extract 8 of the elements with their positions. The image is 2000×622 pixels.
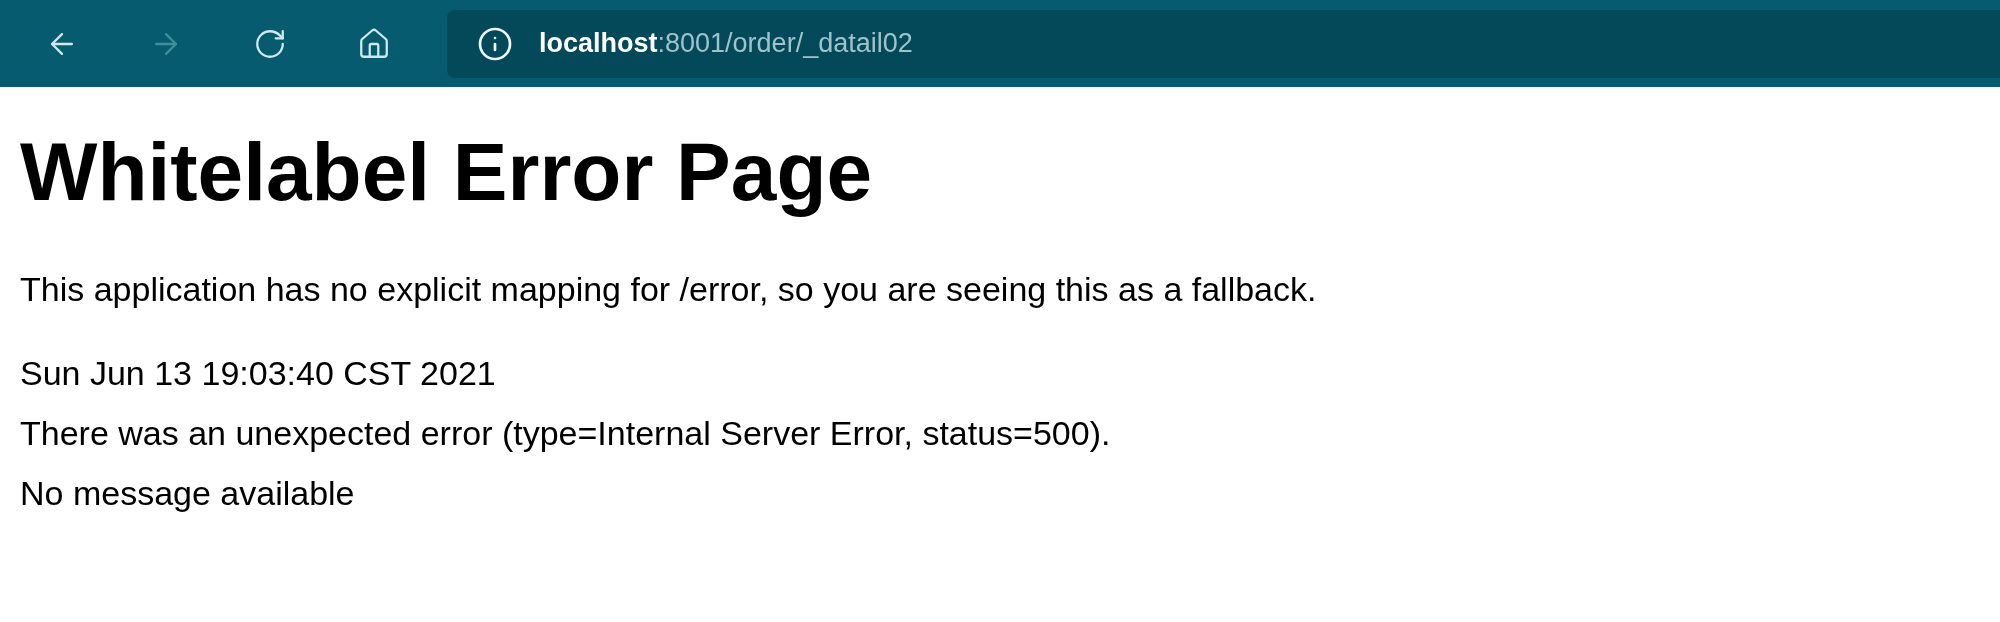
message-line: There was an unexpected error (type=Internal Server Error, status=500). bbox=[20, 413, 1112, 454]
message-line: Sun Jun 13 19:03:40 CST 2021 bbox=[20, 353, 497, 394]
paragraph: This application has no explicit mapping for /error, so you are seeing this as a fallback. bbox=[20, 269, 1318, 310]
info-icon bbox=[477, 25, 513, 62]
message-line: No message available bbox=[20, 473, 356, 514]
url-text: localhost:8001/order/_datail02 bbox=[539, 27, 913, 61]
address-bar[interactable]: localhost:8001/order/_datail02 bbox=[447, 9, 2000, 78]
home-icon bbox=[357, 26, 391, 61]
